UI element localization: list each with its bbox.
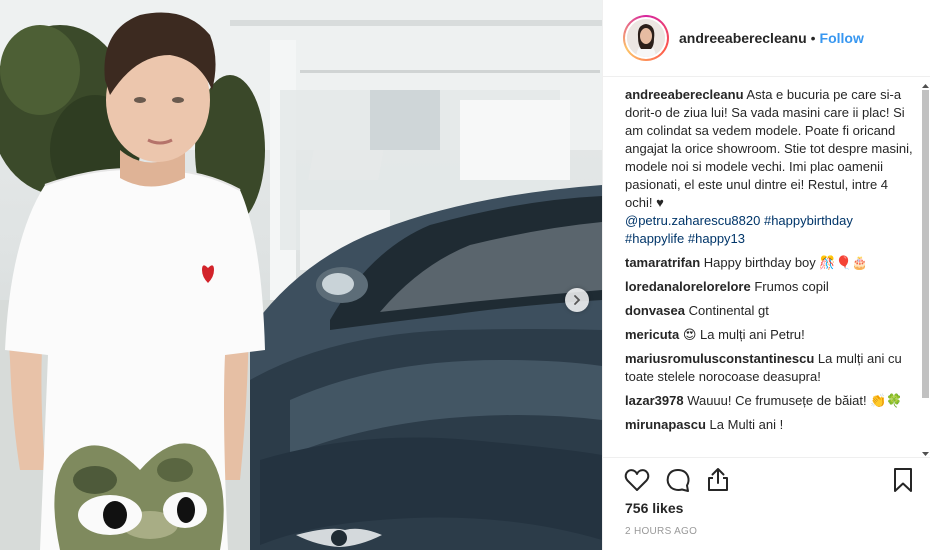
comment-item: donvasea Continental gt <box>625 302 915 320</box>
comment-text: 😍 La mulți ani Petru! <box>682 327 805 342</box>
comment-username[interactable]: mariusromulusconstantinescu <box>625 351 814 366</box>
follow-button[interactable]: Follow <box>820 30 864 46</box>
action-bar <box>603 457 930 503</box>
comment-username[interactable]: tamaratrifan <box>625 255 700 270</box>
comment-button[interactable] <box>664 466 692 494</box>
comments-list[interactable]: andreeaberecleanu Asta e bucuria pe care… <box>625 86 915 458</box>
bookmark-icon <box>894 468 912 492</box>
comment-text: Continental gt <box>688 303 769 318</box>
comment-text: Wauuu! Ce frumusețe de băiat! 👏🍀 <box>687 393 903 408</box>
comment-item: mariusromulusconstantinescu La mulți ani… <box>625 350 915 386</box>
caption-mention[interactable]: @petru.zaharescu8820 <box>625 213 760 228</box>
comment-text: Frumos copil <box>754 279 829 294</box>
comment-username[interactable]: donvasea <box>625 303 685 318</box>
comment-text: Happy birthday boy 🎊🎈🎂 <box>703 255 868 270</box>
comment-item: loredanalorelorelore Frumos copil <box>625 278 915 296</box>
avatar <box>627 19 665 57</box>
caption-username[interactable]: andreeaberecleanu <box>625 87 744 102</box>
post-photo[interactable] <box>0 0 602 550</box>
scrollbar-thumb[interactable] <box>922 90 929 398</box>
likes-count[interactable]: 756 likes <box>625 500 683 516</box>
story-ring[interactable] <box>623 15 669 61</box>
post-header: andreeaberecleanu • Follow <box>603 0 930 77</box>
avatar-image <box>627 19 665 57</box>
scroll-down-arrow[interactable] <box>921 446 930 456</box>
share-button[interactable] <box>704 466 732 494</box>
comment-item: mericuta 😍 La mulți ani Petru! <box>625 326 915 344</box>
post-author-username[interactable]: andreeaberecleanu <box>679 30 807 46</box>
scroll-up-arrow[interactable] <box>921 78 930 88</box>
hashtag[interactable]: #happylife <box>625 231 684 246</box>
photo-scene <box>0 0 602 550</box>
comment-item: lazar3978 Wauuu! Ce frumusețe de băiat! … <box>625 392 915 410</box>
comment-icon <box>666 469 690 492</box>
comments-scrollbar[interactable] <box>921 78 930 456</box>
hashtag[interactable]: #happybirthday <box>764 213 853 228</box>
chevron-right-icon <box>574 295 581 305</box>
heart-icon <box>624 469 650 491</box>
share-icon <box>708 468 728 491</box>
comment-item: mirunapascu La Multi ani ! <box>625 416 915 434</box>
caption-text: Asta e bucuria pe care si-a dorit-o de z… <box>625 87 913 210</box>
like-button[interactable] <box>623 466 651 494</box>
comment-text: La Multi ani ! <box>709 417 784 432</box>
next-photo-button[interactable] <box>565 288 589 312</box>
post-timestamp[interactable]: 2 HOURS AGO <box>625 526 697 537</box>
save-button[interactable] <box>889 466 917 494</box>
comment-username[interactable]: mericuta <box>625 327 679 342</box>
hashtag[interactable]: #happy13 <box>688 231 745 246</box>
comment-username[interactable]: mirunapascu <box>625 417 706 432</box>
separator-dot: • <box>810 30 816 46</box>
post-side-panel: andreeaberecleanu • Follow andreeaberecl… <box>602 0 930 550</box>
comment-username[interactable]: loredanalorelorelore <box>625 279 751 294</box>
comment-item: tamaratrifan Happy birthday boy 🎊🎈🎂 <box>625 254 915 272</box>
caption: andreeaberecleanu Asta e bucuria pe care… <box>625 86 915 248</box>
comment-username[interactable]: lazar3978 <box>625 393 684 408</box>
